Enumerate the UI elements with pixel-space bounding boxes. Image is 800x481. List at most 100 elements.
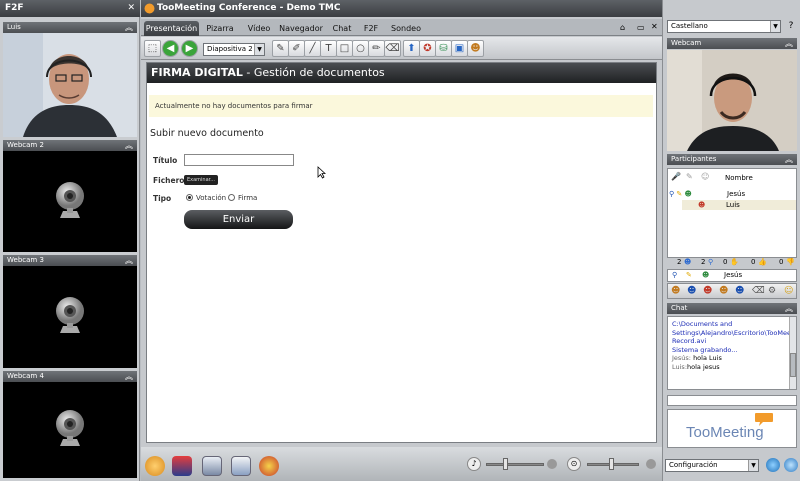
chevron-down-icon: ▼ [770,21,780,32]
language-select[interactable]: Castellano ▼ [667,20,781,33]
marker-tool-icon[interactable]: ✏ [368,40,385,57]
radio-votacion-label: Votación [196,194,227,202]
line-tool-icon[interactable]: ╱ [304,40,321,57]
globe-icon[interactable] [766,458,780,472]
raise-hand-icon[interactable]: ☻ [719,286,728,296]
self-webcam-feed [667,50,797,151]
configuration-select[interactable]: Configuración ▼ [665,459,759,472]
text-tool-icon[interactable]: T [320,40,337,57]
home-icon[interactable]: ⌂ [620,23,625,32]
participants-panel-title: Participantes ︽ [667,154,797,165]
tab-video[interactable]: Vídeo [245,21,273,36]
collapse-icon[interactable]: ︽ [785,38,793,49]
main-menu-icon[interactable] [145,456,165,476]
speaker-mute-icon[interactable] [547,459,557,469]
collapse-icon[interactable]: ︽ [785,303,793,314]
chat-scrollbar[interactable] [789,317,796,389]
invite-icon[interactable]: ☻ [735,286,744,296]
participant-name: Luis [726,201,740,209]
share-tool-icon[interactable]: ⛁ [435,40,452,57]
video-feed-webcam3 [3,266,137,368]
collapse-icon[interactable]: ︽ [125,255,133,266]
toomeeting-logo: TooMeeting [667,409,797,448]
main-area: TooMeeting Conference - Demo TMC Present… [141,0,662,481]
video-title-webcam3: Webcam 3 ︽ [3,255,137,266]
eraser-tool-icon[interactable]: ⌫ [384,40,401,57]
upload-icon[interactable]: ⬆ [403,40,420,57]
chat-log: C:\Documents and Settings\Alejandro\Escr… [667,316,797,390]
user-icon: ☻ [698,201,706,209]
webcam-icon [56,410,84,446]
save-tool-icon[interactable]: ▣ [451,40,468,57]
thumbs-down-icon: 👎 [786,258,795,266]
participant-stats: 2 ☻ 2 ⚲ 0 ✋ 0 👍 0 👎 [667,255,797,269]
document-header: FIRMA DIGITAL - Gestión de documentos [147,63,656,83]
collapse-icon[interactable]: ︽ [125,371,133,382]
tab-bar: Presentación Pizarra Vídeo Navegador Cha… [141,19,662,36]
participant-row-selected[interactable]: ☻ Luis [682,200,796,210]
microphone-icon: 🎤 [671,172,681,181]
tab-sondeo[interactable]: Sondeo [389,21,423,36]
settings-icon[interactable]: ⚙ [768,286,776,296]
speaker-volume-slider[interactable] [486,463,544,466]
sign-tool-icon[interactable]: ✪ [419,40,436,57]
tab-f2f[interactable]: F2F [361,21,381,36]
certificate-icon[interactable] [259,456,279,476]
chat-message: Luis:hola jesus [672,363,794,372]
title-input[interactable] [184,154,294,166]
users-tool-icon[interactable]: ☻ [467,40,484,57]
chat-input[interactable] [667,395,797,406]
pencil-tool-icon[interactable]: ✎ [272,40,289,57]
title-label: Título [153,156,178,165]
tab-presentacion[interactable]: Presentación [144,21,199,36]
speaker-volume-knob[interactable] [503,458,508,470]
users-icon: ☻ [684,258,692,266]
give-mic-icon[interactable]: ☻ [687,286,696,296]
browse-file-button[interactable]: Examinar... [184,175,218,185]
radio-firma[interactable]: Firma [228,194,257,202]
chat-scrollbar-thumb[interactable] [790,353,796,377]
network-icon[interactable] [784,458,798,472]
close-icon[interactable]: ✕ [651,22,658,31]
previous-slide-icon[interactable]: ◀ [162,40,179,57]
rectangle-tool-icon[interactable]: □ [336,40,353,57]
remove-user-icon[interactable]: ☻ [703,286,712,296]
highlighter-tool-icon[interactable]: ✐ [288,40,305,57]
send-button[interactable]: Enviar [184,210,293,229]
file-label: Fichero [153,176,185,185]
chat-message: C:\Documents and Settings\Alejandro\Escr… [672,320,797,345]
promote-icon[interactable]: ☻ [671,286,680,296]
radio-votacion[interactable]: Votación [186,194,226,202]
mic-mute-icon[interactable] [646,459,656,469]
tab-pizarra[interactable]: Pizarra [203,21,237,36]
chat-panel-title: Chat ︽ [667,303,797,314]
collapse-icon[interactable]: ︽ [785,154,793,165]
webcam-icon [56,181,84,218]
ellipse-tool-icon[interactable]: ○ [352,40,369,57]
document-header-subtitle: - Gestión de documentos [242,66,385,79]
collapse-icon[interactable]: ︽ [125,140,133,151]
slide-select[interactable]: Diapositiva 2 ▼ [203,43,265,56]
microphone-icon[interactable]: ⊙ [567,457,581,471]
participant-row[interactable]: ⚲ ✎ ☻ Jesús [669,189,795,199]
close-icon[interactable]: ✕ [127,0,135,17]
participant-video-icon [3,33,137,137]
record-icon[interactable] [172,456,192,476]
help-button[interactable]: ? [785,20,797,33]
pointer-tool-icon[interactable]: ⬚ [144,40,161,57]
screen-share-icon[interactable] [202,456,222,476]
video-label: Webcam 4 [7,372,44,380]
mic-volume-knob[interactable] [609,458,614,470]
document-header-title: FIRMA DIGITAL [151,66,243,79]
download-icon[interactable] [231,456,251,476]
speaker-icon[interactable]: ♪ [467,457,481,471]
tab-chat[interactable]: Chat [330,21,354,36]
f2f-panel: F2F ✕ Luis ︽ Webcam 2 ︽ Webcam 3 ︽ Webca… [0,0,140,481]
tab-navegador[interactable]: Navegador [279,21,323,36]
emoticon-icon[interactable]: ☺ [784,286,793,296]
eraser-icon[interactable]: ⌫ [752,286,765,296]
collapse-icon[interactable]: ︽ [125,22,133,33]
print-icon[interactable]: ▭ [637,23,645,32]
participants-title: Participantes [671,155,717,163]
next-slide-icon[interactable]: ▶ [181,40,198,57]
